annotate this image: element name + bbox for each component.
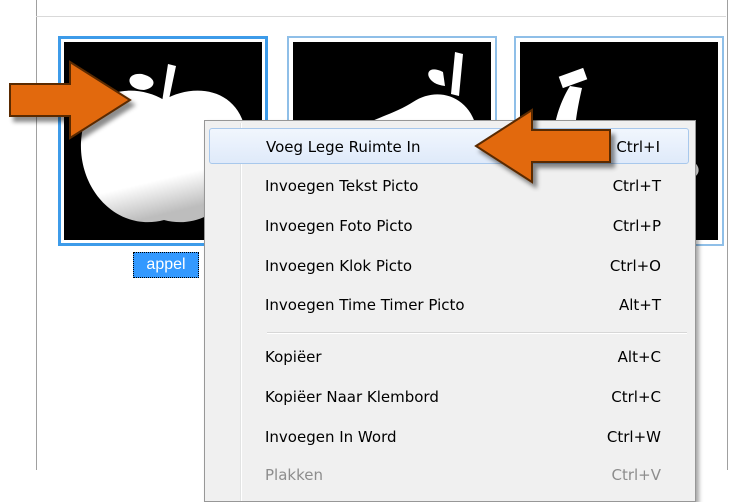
menu-item-kopieer-naar-klembord[interactable]: Kopiëer Naar Klembord Ctrl+C [209,379,689,415]
menu-item-label: Kopiëer [265,348,322,366]
menu-item-label: Invoegen Klok Picto [265,257,413,275]
screenshot-frame: appel Voeg Lege Ruimte In Ctrl+I Invoege… [0,0,730,502]
menu-item-shortcut: Ctrl+O [609,257,661,275]
menu-item-label: Invoegen Time Timer Picto [265,296,465,314]
menu-item-invoegen-foto-picto[interactable]: Invoegen Foto Picto Ctrl+P [209,208,689,244]
menu-item-label: Voeg Lege Ruimte In [266,138,421,156]
menu-item-shortcut: Ctrl+C [611,388,661,406]
selected-picto-label[interactable]: appel [133,252,199,278]
menu-item-label: Kopiëer Naar Klembord [265,388,439,406]
menu-item-label: Invoegen Tekst Picto [265,177,419,195]
menu-item-shortcut: Alt+T [618,296,661,314]
menu-item-kopieer[interactable]: Kopiëer Alt+C [209,339,689,375]
menu-item-shortcut: Alt+C [617,348,661,366]
pointer-arrow-left-icon [474,108,611,184]
menu-item-invoegen-klok-picto[interactable]: Invoegen Klok Picto Ctrl+O [209,248,689,284]
menu-item-invoegen-time-timer-picto[interactable]: Invoegen Time Timer Picto Alt+T [209,287,689,323]
pointer-arrow-right-icon [9,60,132,140]
menu-item-shortcut: Ctrl+P [612,217,661,235]
menu-item-label: Invoegen Foto Picto [265,217,413,235]
menu-item-shortcut: Ctrl+W [606,428,661,446]
menu-item-invoegen-in-word[interactable]: Invoegen In Word Ctrl+W [209,419,689,455]
menu-item-label: Invoegen In Word [265,428,397,446]
menu-separator [267,332,687,334]
panel-top-border [36,16,726,17]
